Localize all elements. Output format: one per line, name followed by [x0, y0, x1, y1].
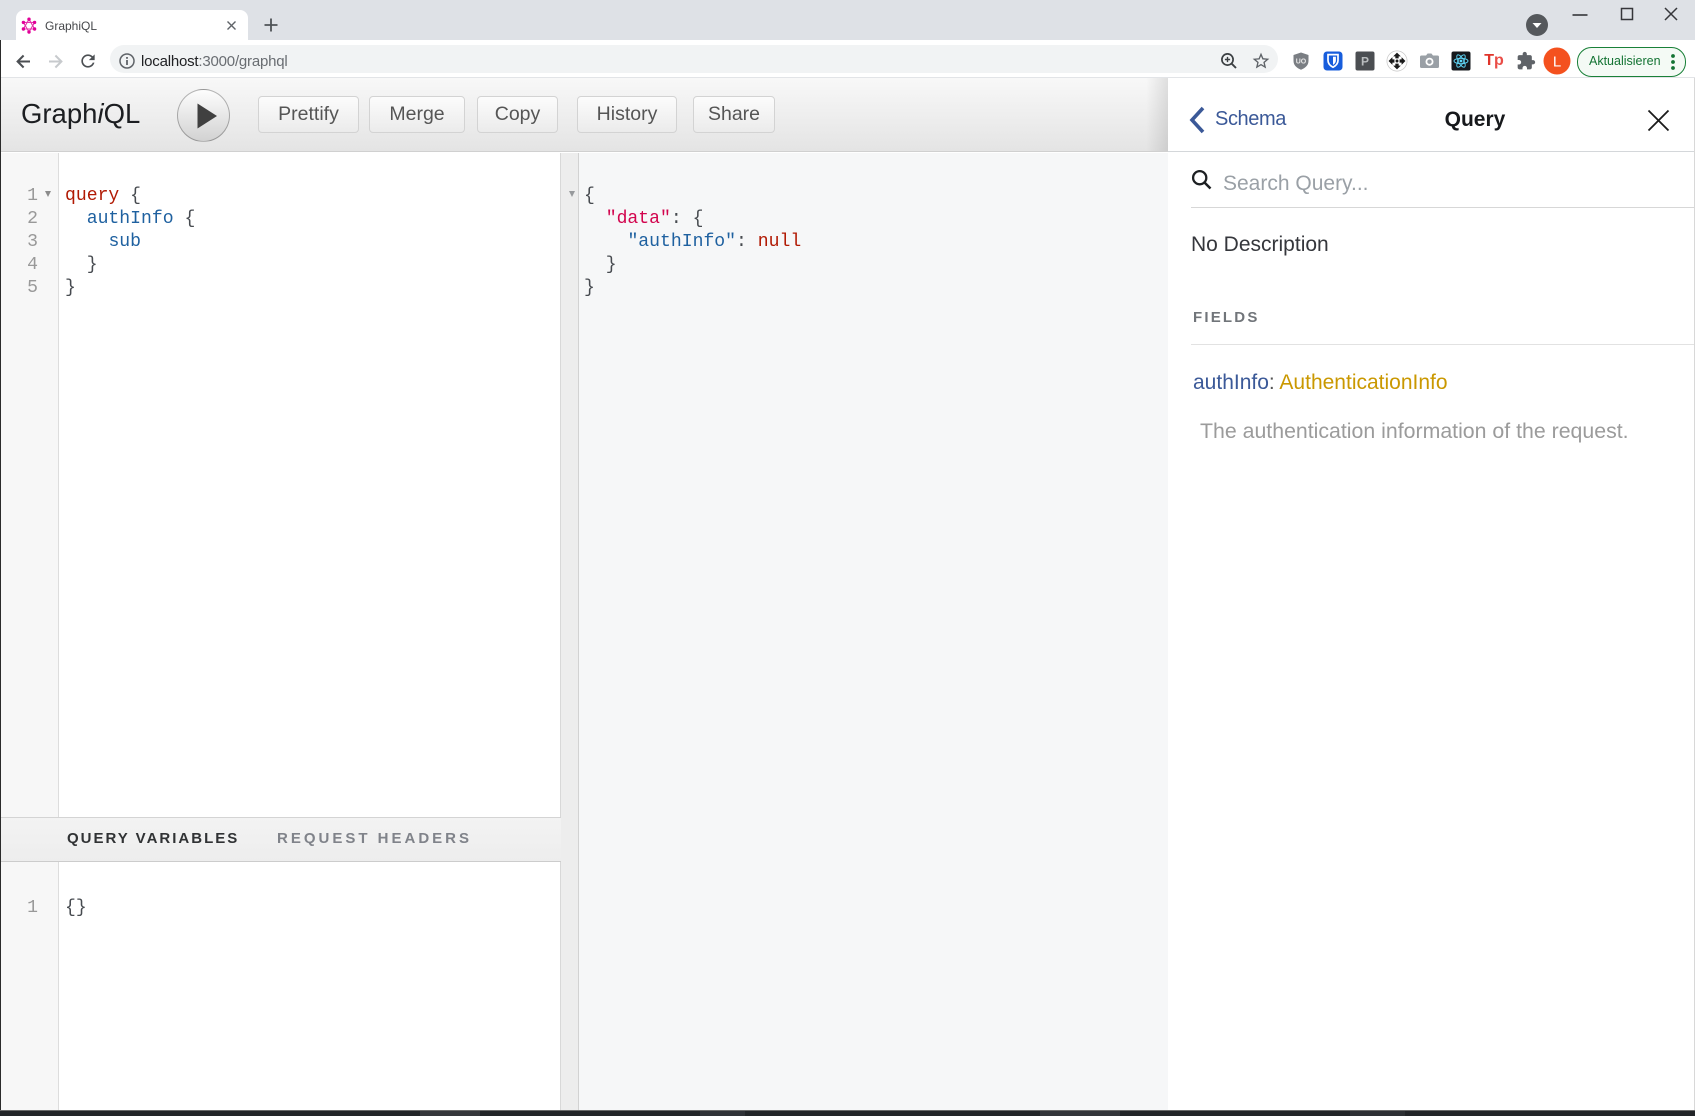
svg-text:L: L: [1553, 54, 1561, 71]
svg-text:UO: UO: [1296, 59, 1307, 66]
svg-text:P: P: [1361, 55, 1369, 69]
